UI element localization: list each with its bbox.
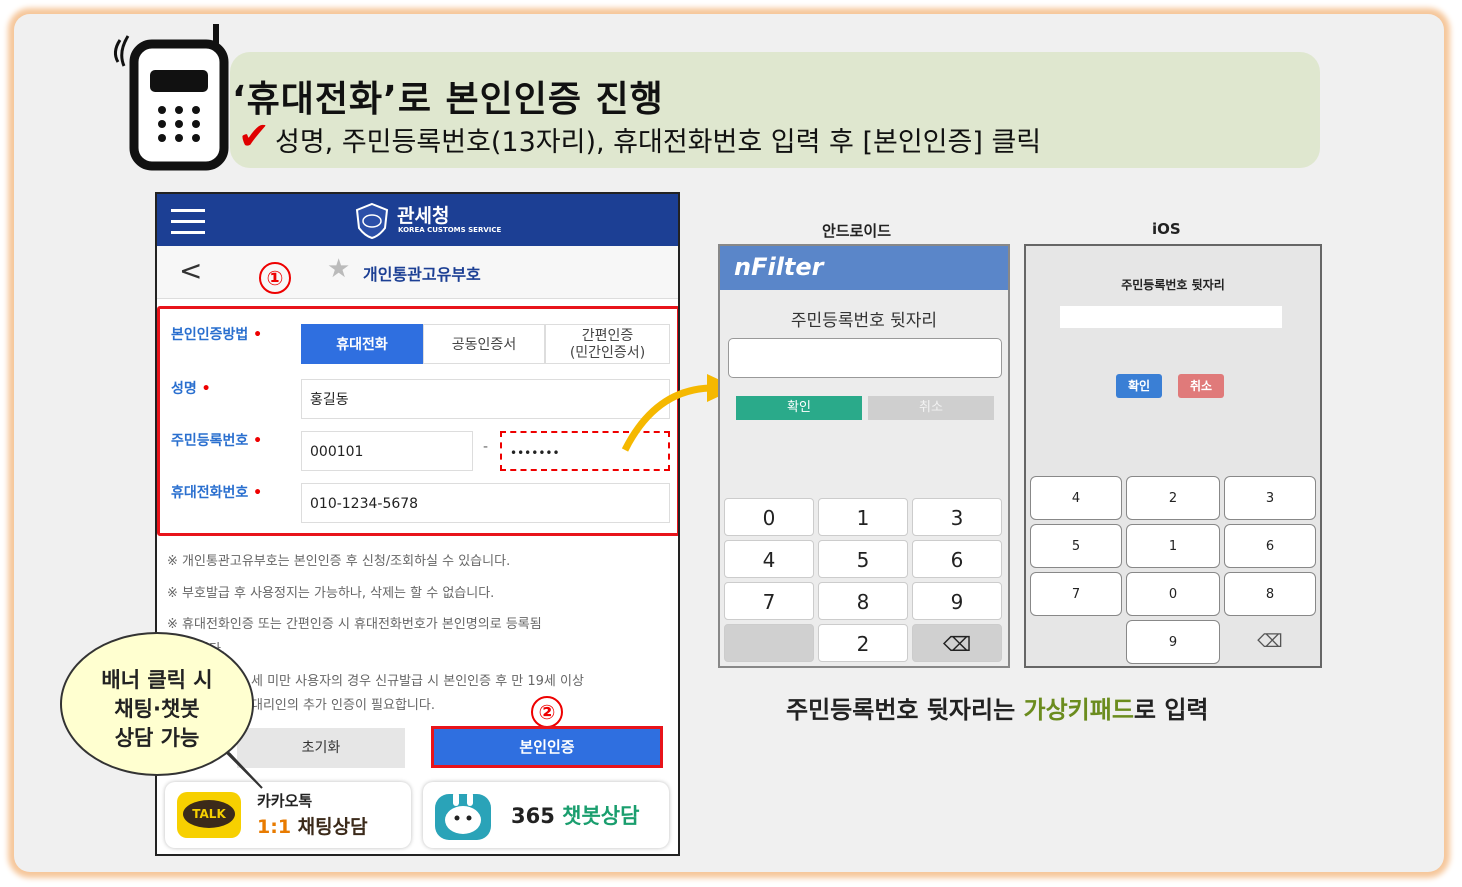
android-key-blank[interactable]	[724, 624, 814, 662]
step-marker-2: ②	[531, 696, 563, 728]
ios-key[interactable]: 2	[1126, 476, 1220, 520]
banner-subtitle: 성명, 주민등록번호(13자리), 휴대전화번호 입력 후 [본인인증] 클릭	[275, 127, 1042, 158]
bubble-line-2: 채팅·챗봇	[114, 697, 200, 721]
chatbot-banner[interactable]: 365 챗봇상담	[423, 782, 669, 848]
android-prompt: 주민등록번호 뒷자리	[790, 311, 938, 331]
android-key[interactable]: 3	[912, 498, 1002, 536]
ios-key[interactable]: 1	[1126, 524, 1220, 568]
android-key[interactable]: 6	[912, 540, 1002, 578]
rrn-label: 주민등록번호 •	[171, 433, 263, 449]
ios-rrn-input[interactable]	[1060, 306, 1282, 328]
kakaotalk-logo-icon: TALK	[177, 792, 241, 838]
android-key[interactable]: 0	[724, 498, 814, 536]
mobile-phone-icon	[113, 24, 229, 171]
ios-key[interactable]: 6	[1224, 524, 1316, 568]
customs-shield-icon	[355, 202, 389, 240]
ios-confirm-button[interactable]: 확인	[1116, 374, 1162, 398]
nfilter-brand: nFilter	[734, 253, 824, 281]
android-key[interactable]: 7	[724, 582, 814, 620]
chatbot-mascot-icon	[435, 792, 491, 840]
ios-key[interactable]: 3	[1224, 476, 1316, 520]
method-tab-simple[interactable]: 간편인증 (민간인증서)	[545, 324, 670, 364]
android-key[interactable]: 9	[912, 582, 1002, 620]
android-key[interactable]: 2	[818, 624, 908, 662]
android-rrn-input[interactable]	[728, 338, 1002, 378]
back-icon[interactable]: <	[179, 254, 202, 287]
kakao-chat-banner[interactable]: TALK 카카오톡 1:1 채팅상담	[165, 782, 411, 848]
notice-2: ※ 부호발급 후 사용정지는 가능하나, 삭제는 할 수 없습니다.	[167, 586, 495, 601]
page-title: 개인통관고유부호	[363, 265, 481, 284]
android-label: 안드로이드	[822, 222, 892, 240]
ios-key[interactable]: 9	[1126, 620, 1220, 664]
brand-english: KOREA CUSTOMS SERVICE	[398, 226, 502, 234]
ios-cancel-button[interactable]: 취소	[1178, 374, 1224, 398]
banner-title: ‘휴대전화’로 본인인증 진행	[232, 79, 664, 120]
step-marker-1: ①	[259, 262, 291, 294]
ios-key[interactable]: 5	[1030, 524, 1122, 568]
android-key[interactable]: 8	[818, 582, 908, 620]
notice-3: ※ 휴대전화인증 또는 간편인증 시 휴대전화번호가 본인명의로 등록됨	[167, 617, 542, 632]
method-tab-certificate[interactable]: 공동인증서	[423, 324, 545, 364]
menu-icon[interactable]	[171, 209, 205, 242]
ios-key[interactable]: 7	[1030, 572, 1122, 616]
phone-label: 휴대전화번호 •	[171, 485, 263, 501]
ios-prompt: 주민등록번호 뒷자리	[1121, 278, 1225, 292]
phone-input[interactable]: 010-1234-5678	[301, 483, 670, 523]
android-confirm-button[interactable]: 확인	[736, 396, 862, 420]
verify-identity-button[interactable]: 본인인증	[431, 726, 663, 768]
rrn-front-input[interactable]: 000101	[301, 431, 473, 471]
android-key[interactable]: 1	[818, 498, 908, 536]
notice-4: 세 미만 사용자의 경우 신규발급 시 본인인증 후 만 19세 이상	[251, 674, 584, 689]
chatbot-label: 365 챗봇상담	[511, 804, 640, 828]
kakao-talk-badge: TALK	[183, 800, 235, 828]
nfilter-header: nFilter	[720, 246, 1008, 290]
name-label: 성명 •	[171, 381, 211, 397]
ios-key[interactable]: 4	[1030, 476, 1122, 520]
kakao-line2: 1:1 채팅상담	[257, 816, 368, 838]
android-keypad-panel: nFilter 주민등록번호 뒷자리 확인 취소 0 1 3 4 5 6 7 8…	[718, 244, 1010, 668]
android-backspace-icon[interactable]: ⌫	[912, 624, 1002, 662]
bubble-line-1: 배너 클릭 시	[101, 668, 213, 692]
keypad-caption: 주민등록번호 뒷자리는 가상키패드로 입력	[786, 696, 1209, 724]
ios-keypad-panel: 주민등록번호 뒷자리 확인 취소 4 2 3 5 1 6 7 0 8 9 ⌫	[1024, 244, 1322, 668]
app-header: 관세청 KOREA CUSTOMS SERVICE	[157, 194, 678, 246]
method-tab-mobile[interactable]: 휴대전화	[301, 324, 423, 364]
sub-header: < ★ 개인통관고유부호	[157, 246, 678, 299]
ios-key[interactable]: 8	[1224, 572, 1316, 616]
ios-backspace-icon[interactable]: ⌫	[1224, 620, 1316, 664]
ios-key-blank	[1030, 620, 1122, 664]
notice-1: ※ 개인통관고유부호는 본인인증 후 신청/조회하실 수 있습니다.	[167, 554, 511, 569]
help-speech-bubble: 배너 클릭 시 채팅·챗봇 상담 가능	[60, 632, 254, 776]
notice-4-cont: 대리인의 추가 인증이 필요합니다.	[251, 698, 435, 713]
ios-key[interactable]: 0	[1126, 572, 1220, 616]
bubble-line-3: 상담 가능	[114, 726, 200, 750]
brand-name: 관세청	[397, 205, 450, 227]
android-cancel-button[interactable]: 취소	[868, 396, 994, 420]
rrn-dash: -	[483, 439, 489, 455]
check-icon: ✔	[238, 114, 270, 158]
favorite-star-icon[interactable]: ★	[327, 254, 350, 284]
kakao-line1: 카카오톡	[257, 792, 313, 810]
auth-method-label: 본인인증방법 •	[171, 327, 263, 343]
android-key[interactable]: 4	[724, 540, 814, 578]
android-key[interactable]: 5	[818, 540, 908, 578]
ios-label: iOS	[1152, 220, 1181, 238]
